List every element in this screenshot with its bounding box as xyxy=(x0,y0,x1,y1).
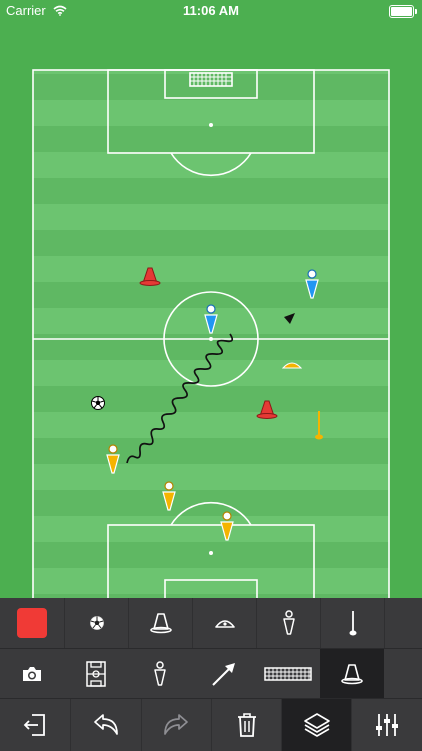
exit-button[interactable] xyxy=(0,699,70,751)
pitch-grass xyxy=(33,70,389,598)
ball-icon xyxy=(89,616,104,630)
status-bar: Carrier 11:06 AM xyxy=(0,0,422,22)
sliders-icon xyxy=(376,714,399,736)
layers-button[interactable] xyxy=(281,699,352,751)
disc-tool-button[interactable] xyxy=(192,598,256,648)
camera-button[interactable] xyxy=(0,649,64,699)
exit-icon xyxy=(23,714,46,736)
redo-button[interactable] xyxy=(140,699,211,751)
pole-tool-button[interactable] xyxy=(320,598,384,648)
toolbar-row-items xyxy=(0,598,422,648)
toolbar-row-actions xyxy=(0,698,422,751)
battery-icon xyxy=(389,5,417,18)
equipment-button[interactable] xyxy=(320,649,384,699)
toolbar-row-categories xyxy=(0,648,422,699)
players-button[interactable] xyxy=(128,649,192,699)
player-tool-button[interactable] xyxy=(256,598,320,648)
settings-button[interactable] xyxy=(351,699,421,751)
color-swatch xyxy=(17,608,47,638)
arrow-button[interactable] xyxy=(192,649,256,699)
penalty-spot-top xyxy=(209,123,213,127)
redo-icon xyxy=(164,714,189,735)
trash-icon xyxy=(237,713,256,737)
cone-tool-button[interactable] xyxy=(128,598,192,648)
arrow-icon xyxy=(212,663,235,686)
pole-icon xyxy=(349,611,356,636)
ball-tool-button[interactable] xyxy=(64,598,128,648)
ball[interactable] xyxy=(91,396,105,410)
undo-button[interactable] xyxy=(70,699,140,751)
player-icon xyxy=(154,661,166,686)
goal-icon xyxy=(264,667,312,681)
pitch-icon xyxy=(86,661,106,687)
camera-icon xyxy=(23,667,41,681)
status-time: 11:06 AM xyxy=(183,3,239,18)
player-icon xyxy=(282,610,295,635)
pitch-canvas[interactable] xyxy=(0,22,422,598)
layers-icon xyxy=(304,713,330,737)
pitch-button[interactable] xyxy=(64,649,128,699)
undo-icon xyxy=(94,714,118,735)
color-picker-button[interactable] xyxy=(0,598,64,648)
delete-button[interactable] xyxy=(210,699,281,751)
penalty-spot-bottom xyxy=(209,551,213,555)
disc-icon xyxy=(214,620,235,628)
cone-icon xyxy=(341,664,363,685)
toolbar-spacer xyxy=(384,598,422,648)
cone-icon xyxy=(149,613,172,634)
center-spot xyxy=(209,337,213,341)
goal-button[interactable] xyxy=(256,649,320,699)
